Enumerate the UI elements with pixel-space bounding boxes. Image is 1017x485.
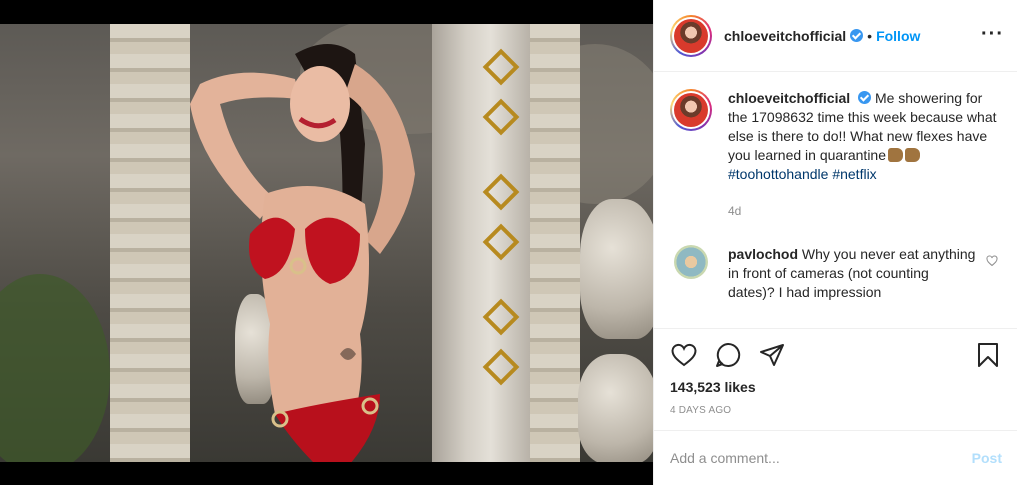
like-heart-icon[interactable]: [670, 341, 698, 369]
author-avatar[interactable]: [670, 14, 712, 57]
more-options-icon[interactable]: ···: [981, 24, 1004, 44]
verified-badge-icon: [858, 91, 872, 104]
author-username[interactable]: chloeveitchofficial: [724, 28, 846, 44]
caption-time[interactable]: 4d: [728, 202, 998, 221]
caption-body: chloeveitchofficial Me showering for the…: [728, 89, 998, 221]
comment-item: pavlochod Why you never eat anything in …: [670, 245, 1002, 302]
photo-scene: [0, 24, 653, 462]
palm-trunk-left: [110, 24, 190, 462]
stone-urn: [578, 354, 653, 462]
verified-badge-icon: [850, 29, 864, 42]
comment-input[interactable]: [670, 450, 964, 466]
caption-author-avatar[interactable]: [670, 89, 712, 131]
hashtag-link[interactable]: #netflix: [832, 166, 876, 182]
follow-button[interactable]: Follow: [876, 28, 920, 44]
caption-username[interactable]: chloeveitchofficial: [728, 90, 850, 106]
post-comment-button[interactable]: Post: [972, 450, 1002, 466]
separator-dot: •: [867, 27, 873, 44]
avatar-image: [674, 93, 708, 127]
post-date[interactable]: 4 DAYS AGO: [670, 405, 1002, 416]
flexed-biceps-emoji-icon: [888, 148, 904, 162]
post-header: chloeveitchofficial • Follow ···: [654, 0, 1017, 72]
flexed-biceps-emoji-icon: [905, 148, 921, 162]
share-paper-plane-icon[interactable]: [758, 341, 786, 369]
action-icons-row: [670, 341, 1002, 369]
comment-like-heart-icon[interactable]: [986, 255, 998, 267]
comments-list[interactable]: chloeveitchofficial Me showering for the…: [654, 73, 1017, 328]
likes-count[interactable]: 143,523 likes: [670, 379, 1002, 395]
post-photo[interactable]: [0, 0, 653, 485]
comment-bubble-icon[interactable]: [714, 341, 742, 369]
post-caption: chloeveitchofficial Me showering for the…: [670, 89, 1002, 221]
commenter-avatar[interactable]: [674, 245, 708, 279]
background-plants: [0, 274, 110, 462]
post-details-panel: chloeveitchofficial • Follow ··· chloeve…: [653, 0, 1017, 485]
add-comment-bar: Post: [654, 430, 1017, 485]
stone-urn: [580, 199, 653, 339]
post-actions: 143,523 likes 4 DAYS AGO: [654, 328, 1017, 430]
avatar-image: [674, 18, 708, 53]
commenter-username[interactable]: pavlochod: [728, 246, 798, 262]
person-figure: [190, 44, 415, 462]
save-bookmark-icon[interactable]: [974, 341, 1002, 369]
comment-body: pavlochod Why you never eat anything in …: [728, 245, 978, 302]
hashtag-link[interactable]: #toohottohandle: [728, 166, 828, 182]
